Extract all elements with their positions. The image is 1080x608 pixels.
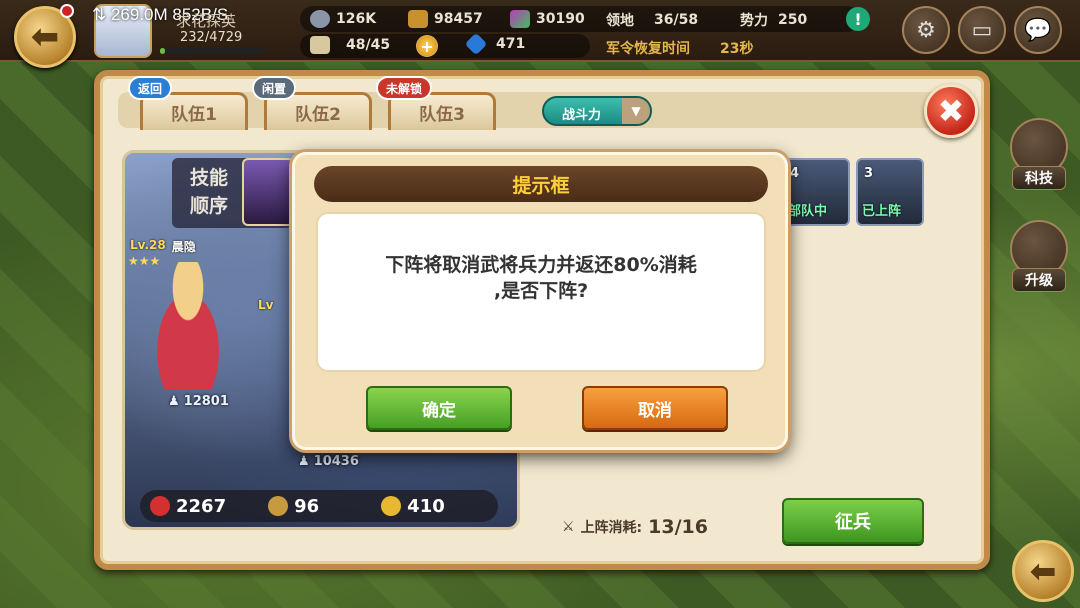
dialog-message-line1: 下阵将取消武将兵力并返还80%消耗 <box>385 254 697 276</box>
confirm-button[interactable]: 确定 <box>366 386 512 430</box>
dialog-message-line2: ,是否下阵? <box>493 280 589 302</box>
dialog-message: 下阵将取消武将兵力并返还80%消耗 ,是否下阵? <box>316 252 766 304</box>
cancel-button[interactable]: 取消 <box>582 386 728 430</box>
dialog-title: 提示框 <box>314 166 768 202</box>
